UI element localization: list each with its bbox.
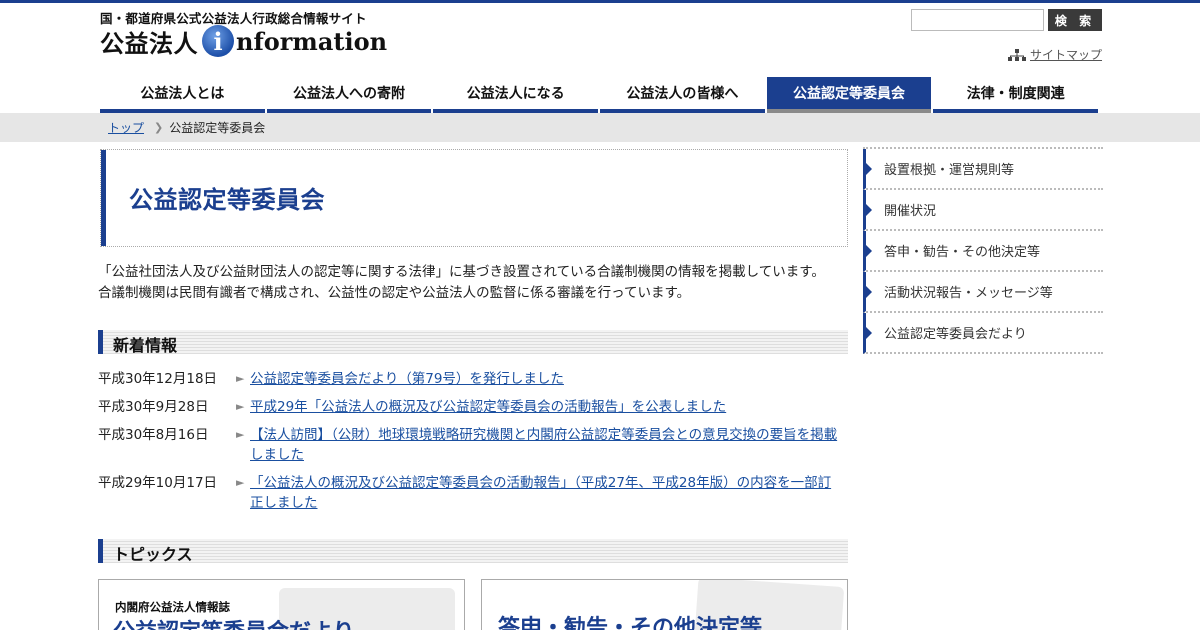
- news-link[interactable]: 平成29年「公益法人の概況及び公益認定等委員会の活動報告」を公表しました: [250, 397, 842, 417]
- nav-item-about[interactable]: 公益法人とは: [100, 77, 265, 113]
- sitemap-link-wrap: サイトマップ: [1008, 46, 1102, 63]
- news-item: 平成30年12月18日 ► 公益認定等委員会だより（第79号）を発行しました: [98, 369, 848, 389]
- side-item-meetings[interactable]: 開催状況: [863, 190, 1103, 231]
- nav-item-law[interactable]: 法律・制度関連: [933, 77, 1099, 113]
- breadcrumb-bar: トップ ❯ 公益認定等委員会: [0, 113, 1200, 142]
- logo-text-en: nformation: [236, 26, 388, 56]
- page-title: 公益認定等委員会: [129, 186, 325, 214]
- news-link[interactable]: 公益認定等委員会だより（第79号）を発行しました: [250, 369, 842, 389]
- site-logo[interactable]: 公益法人 i nformation: [100, 24, 387, 58]
- topic-card-title: 答申・勧告・その他決定等: [498, 616, 763, 630]
- nav-item-commission[interactable]: 公益認定等委員会: [766, 77, 932, 113]
- topic-card-subtitle: 内閣府公益法人情報誌: [115, 600, 230, 614]
- top-accent-line: [0, 0, 1200, 3]
- breadcrumb-current: 公益認定等委員会: [169, 121, 266, 135]
- news-link[interactable]: 【法人訪問】（公財）地球環境戦略研究機関と内閣府公益認定等委員会との意見交換の要…: [250, 425, 842, 465]
- side-item-reports[interactable]: 答申・勧告・その他決定等: [863, 231, 1103, 272]
- page-title-box: 公益認定等委員会: [100, 149, 848, 247]
- news-item: 平成29年10月17日 ► 「公益法人の概況及び公益認定等委員会の活動報告」（平…: [98, 473, 848, 513]
- triangle-right-icon: ►: [236, 400, 245, 413]
- news-heading: 新着情報: [98, 330, 848, 355]
- topics-heading: トピックス: [98, 539, 848, 564]
- news-heading-text: 新着情報: [113, 336, 178, 355]
- info-i-icon: i: [202, 25, 234, 57]
- news-date: 平成30年8月16日: [98, 427, 209, 443]
- news-link[interactable]: 「公益法人の概況及び公益認定等委員会の活動報告」（平成27年、平成28年版）の内…: [250, 473, 842, 513]
- news-date: 平成30年9月28日: [98, 399, 209, 415]
- title-accent-bar: [101, 150, 106, 246]
- news-list: 平成30年12月18日 ► 公益認定等委員会だより（第79号）を発行しました 平…: [98, 369, 848, 521]
- topic-card-reports[interactable]: 答申・勧告・その他決定等: [481, 579, 848, 630]
- triangle-right-icon: ►: [236, 428, 245, 441]
- sitemap-link[interactable]: サイトマップ: [1030, 46, 1102, 63]
- sitemap-icon: [1008, 48, 1026, 61]
- nav-item-become[interactable]: 公益法人になる: [433, 77, 599, 113]
- nav-item-members[interactable]: 公益法人の皆様へ: [600, 77, 765, 113]
- logo-text-jp: 公益法人: [100, 29, 198, 58]
- triangle-right-icon: ►: [236, 476, 245, 489]
- side-item-regulations[interactable]: 設置根拠・運営規則等: [863, 149, 1103, 190]
- news-item: 平成30年9月28日 ► 平成29年「公益法人の概況及び公益認定等委員会の活動報…: [98, 397, 848, 417]
- nav-item-donation[interactable]: 公益法人への寄附: [266, 77, 432, 113]
- topic-card-newsletter[interactable]: 内閣府公益法人情報誌 公益認定等委員会だより: [98, 579, 465, 630]
- triangle-right-icon: ►: [236, 372, 245, 385]
- search-button[interactable]: 検 索: [1048, 9, 1102, 31]
- global-nav: 公益法人とは 公益法人への寄附 公益法人になる 公益法人の皆様へ 公益認定等委員…: [100, 77, 1099, 113]
- chevron-right-icon: ❯: [154, 121, 164, 134]
- breadcrumb-home-link[interactable]: トップ: [108, 119, 144, 136]
- side-nav: 設置根拠・運営規則等 開催状況 答申・勧告・その他決定等 活動状況報告・メッセー…: [863, 147, 1103, 354]
- breadcrumb: トップ ❯ 公益認定等委員会: [108, 119, 265, 136]
- side-item-activity[interactable]: 活動状況報告・メッセージ等: [863, 272, 1103, 313]
- topics-heading-text: トピックス: [113, 545, 193, 564]
- news-date: 平成30年12月18日: [98, 371, 218, 387]
- side-item-newsletter[interactable]: 公益認定等委員会だより: [863, 313, 1103, 354]
- lead-text: 「公益社団法人及び公益財団法人の認定等に関する法律」に基づき設置されている合議制…: [98, 264, 825, 301]
- search-input[interactable]: [911, 9, 1044, 31]
- topic-card-title: 公益認定等委員会だより: [113, 614, 355, 630]
- news-date: 平成29年10月17日: [98, 475, 218, 491]
- news-item: 平成30年8月16日 ► 【法人訪問】（公財）地球環境戦略研究機関と内閣府公益認…: [98, 425, 848, 465]
